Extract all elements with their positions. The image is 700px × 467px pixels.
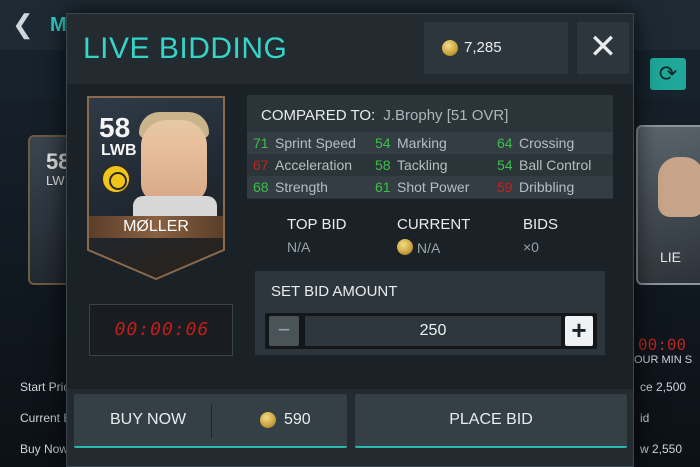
background-title: M [50,14,67,36]
current-bid-label: CURRENT [397,216,471,233]
stat-shot-power: 61 Shot Power [375,179,470,195]
close-icon: ✕ [588,28,618,66]
background-timer: 00:00 [638,335,687,354]
background-auction-values: ce 2,500 id w 2,550 [640,372,686,465]
background-player-card-right[interactable]: LIE [636,125,700,285]
background-card-name: LIE [660,249,682,265]
stat-marking: 54 Marking [375,135,447,151]
refresh-icon[interactable]: ⟳ [650,58,686,90]
player-name: MØLLER [123,218,189,235]
place-bid-label: PLACE BID [449,411,533,428]
comparison-header: COMPARED TO: J.Brophy [51 OVR] [261,107,508,124]
club-badge-icon [101,164,131,194]
player-rating: 58 [99,112,131,143]
place-bid-button[interactable]: PLACE BID [355,394,627,448]
current-bid: N/A [397,239,440,256]
stat-strength: 68 Strength [253,179,328,195]
background-auction-labels: Start Pric Current B Buy Now [20,372,71,465]
screen: ❮ M ⟳ 58 LW LIE Start Pric Current B Buy… [0,0,700,467]
bid-amount-panel: SET BID AMOUNT − 250 + [255,271,605,355]
coin-icon [397,239,413,255]
stat-ball-control: 54 Ball Control [497,157,592,173]
bid-amount-title: SET BID AMOUNT [271,283,398,300]
increase-bid-button[interactable]: + [565,316,593,346]
decrease-bid-button[interactable]: − [269,316,299,346]
player-face [141,120,207,202]
coin-balance: 7,285 [424,22,568,74]
live-bidding-dialog: LIVE BIDDING 7,285 ✕ 58 LWB MØLLER 00:00… [66,13,634,467]
stat-crossing: 64 Crossing [497,135,575,151]
dialog-title: LIVE BIDDING [83,32,288,65]
stat-row: 67 Acceleration 58 Tackling 54 Ball Control [247,154,613,176]
comparison-label: COMPARED TO: [261,107,376,124]
coin-balance-value: 7,285 [464,39,502,56]
bids-label: BIDS [523,216,559,233]
player-position: LWB [101,142,137,159]
background-timer-units: OUR MIN S [634,354,693,366]
stat-dribbling: 59 Dribbling [497,179,575,195]
bid-amount-stepper[interactable]: − 250 + [265,313,597,349]
buy-now-label: BUY NOW [110,411,187,428]
top-bid-label: TOP BID [287,216,347,233]
background-value: id [640,411,650,425]
background-label: Start Pric [20,380,70,394]
player-shirt [133,196,217,216]
comparison-panel: COMPARED TO: J.Brophy [51 OVR] 71 Sprint … [247,95,613,199]
player-card: 58 LWB MØLLER [89,98,223,278]
back-arrow-icon[interactable]: ❮ [12,10,40,38]
background-label: Buy Now [20,442,69,456]
bid-amount-value[interactable]: 250 [305,316,561,346]
stat-row: 68 Strength 61 Shot Power 59 Dribbling [247,176,613,198]
top-bid-value: N/A [287,239,311,255]
button-divider [211,404,212,438]
stat-sprint-speed: 71 Sprint Speed [253,135,356,151]
comparison-player: J.Brophy [51 OVR] [383,107,509,124]
buy-now-button[interactable]: BUY NOW 590 [74,394,347,448]
current-bid-value: N/A [417,240,441,256]
background-card-position: LW [46,173,65,188]
background-value: ce 2,500 [640,380,687,394]
auction-timer: 00:00:06 [89,304,233,356]
bids-count: ×0 [523,239,539,255]
background-player-face [658,157,700,217]
coin-icon [260,412,276,428]
background-label: Current B [20,411,72,425]
coin-icon [442,40,458,56]
stat-acceleration: 67 Acceleration [253,157,353,173]
timer-value: 00:00:06 [114,319,210,340]
stat-tackling: 58 Tackling [375,157,448,173]
buy-now-price: 590 [284,411,311,428]
close-button[interactable]: ✕ [577,22,629,74]
background-value: w 2,550 [640,442,683,456]
stat-row: 71 Sprint Speed 54 Marking 64 Crossing [247,132,613,154]
